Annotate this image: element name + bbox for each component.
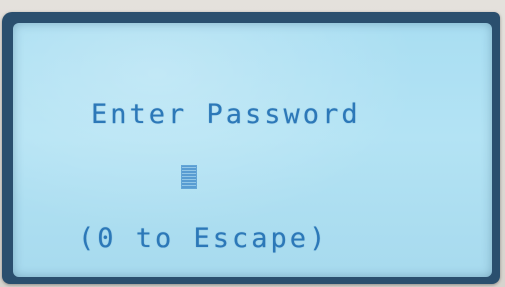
escape-hint: (0 to Escape): [78, 223, 329, 254]
device-bezel: Enter Password (0 to Escape): [0, 0, 505, 287]
password-input-cursor[interactable]: [181, 165, 197, 189]
lcd-screen: Enter Password (0 to Escape): [13, 23, 492, 277]
prompt-title: Enter Password: [91, 99, 361, 130]
